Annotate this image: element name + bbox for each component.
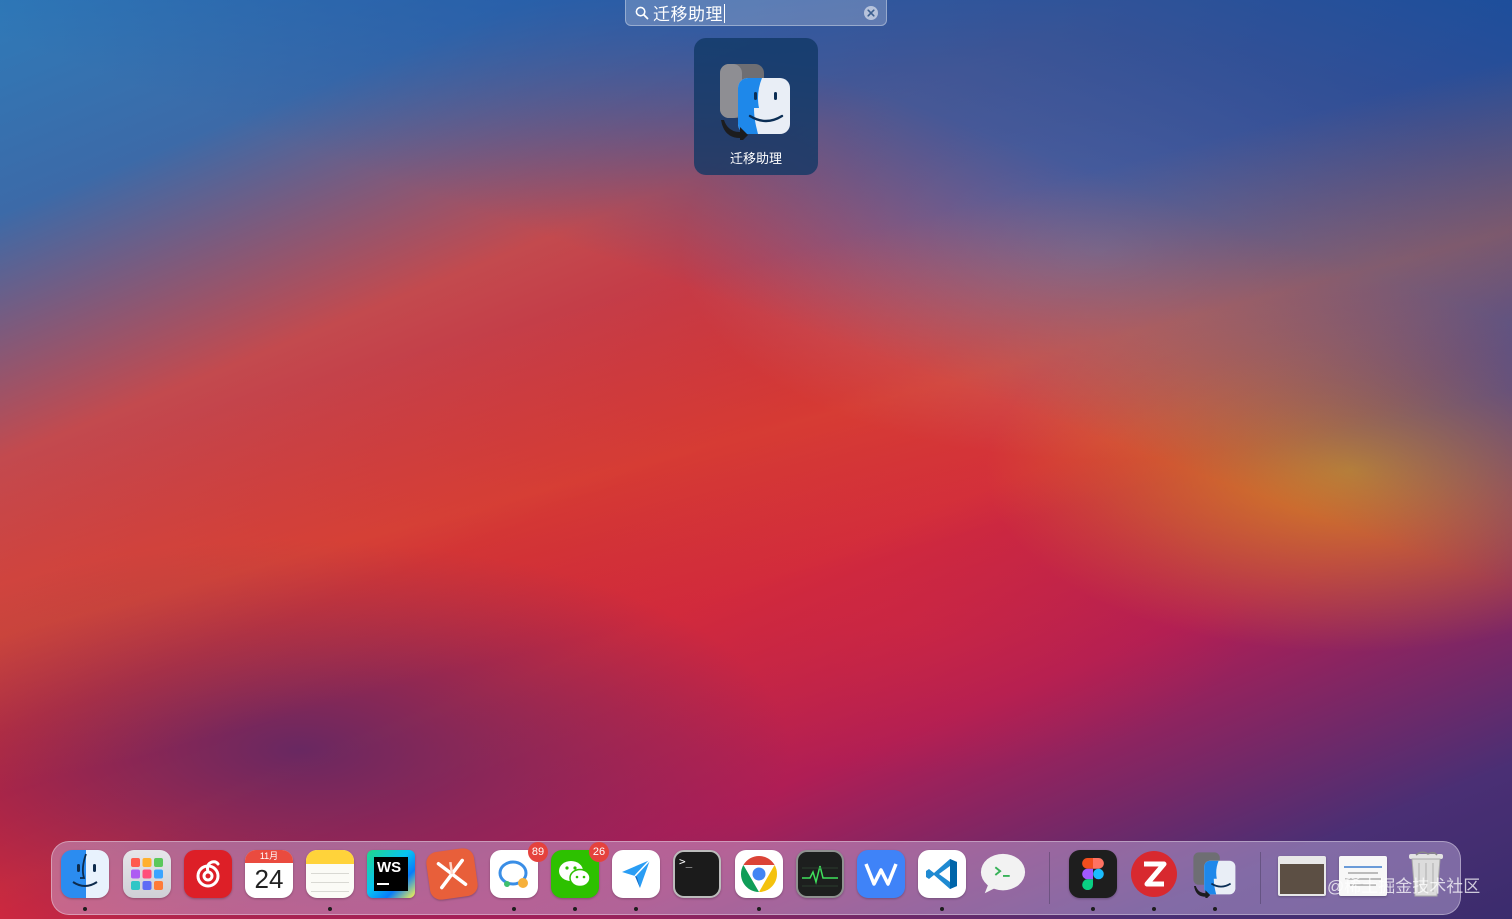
calendar-month: 11月: [245, 850, 293, 863]
dock-item-zotero[interactable]: [1130, 850, 1180, 911]
running-indicator: [1091, 907, 1095, 911]
migration-assistant-icon: [1191, 850, 1239, 898]
terminal-prompt: >_: [679, 855, 693, 868]
dock-item-chrome[interactable]: [735, 850, 785, 911]
paper-plane-icon: [612, 850, 660, 898]
wps-icon: [857, 850, 905, 898]
figma-icon: [1069, 850, 1117, 898]
running-indicator: [1152, 907, 1156, 911]
dock-separator: [1260, 852, 1261, 904]
text-caret: [724, 4, 725, 23]
running-indicator: [634, 907, 638, 911]
dock-item-netease-music[interactable]: [184, 850, 234, 900]
dock: 11月 24 WS 89 26 >_: [51, 841, 1461, 915]
running-indicator: [757, 907, 761, 911]
search-input[interactable]: 迁移助理: [653, 0, 860, 25]
running-indicator: [512, 907, 516, 911]
dock-item-migration-assistant[interactable]: [1191, 850, 1241, 911]
notes-icon: [306, 850, 354, 898]
dock-item-calendar[interactable]: 11月 24: [245, 850, 295, 900]
running-indicator: [940, 907, 944, 911]
dock-item-figma[interactable]: [1069, 850, 1119, 911]
launchpad-icon: [123, 850, 171, 898]
activity-monitor-icon: [796, 850, 844, 898]
qq-badge: 89: [528, 842, 548, 862]
netease-music-icon: [184, 850, 232, 898]
dock-item-vscode[interactable]: [918, 850, 968, 911]
dock-item-qq[interactable]: 89: [490, 842, 548, 911]
dock-item-finder[interactable]: [61, 850, 111, 911]
search-result-migration-assistant[interactable]: 迁移助理: [694, 38, 818, 175]
dock-item-messages-app[interactable]: [979, 850, 1029, 900]
running-indicator: [83, 907, 87, 911]
running-indicator: [573, 907, 577, 911]
dock-item-wps[interactable]: [857, 850, 907, 900]
dock-item-launchpad[interactable]: [123, 850, 173, 900]
webstorm-icon: WS: [367, 850, 415, 898]
search-field[interactable]: 迁移助理: [625, 0, 887, 26]
terminal-icon: >_: [673, 850, 721, 898]
dock-separator: [1049, 852, 1050, 904]
dock-item-activity-monitor[interactable]: [796, 850, 846, 900]
calendar-day: 24: [254, 864, 284, 894]
magnifier-icon: [631, 6, 653, 20]
chrome-icon: [735, 850, 783, 898]
desktop-wallpaper: 迁移助理 迁移助理 11月 24 WS 89 26 >_ @稀土掘金技术社区: [0, 0, 1512, 919]
speech-bubble-icon: [979, 850, 1027, 898]
clear-icon[interactable]: [860, 5, 882, 21]
finder-icon: [61, 850, 109, 898]
dock-item-webstorm[interactable]: WS: [367, 850, 417, 900]
calendar-icon: 11月 24: [245, 850, 293, 898]
running-indicator: [1213, 907, 1217, 911]
dock-item-xmind[interactable]: [424, 846, 480, 902]
dock-item-downloads-stack[interactable]: [1278, 850, 1328, 900]
watermark: @稀土掘金技术社区: [1327, 877, 1481, 896]
xmind-icon: [424, 846, 480, 902]
dock-item-notes[interactable]: [306, 850, 356, 911]
zotero-icon: [1130, 850, 1178, 898]
webstorm-label: WS: [377, 859, 402, 876]
running-indicator: [328, 907, 332, 911]
wechat-badge: 26: [589, 842, 609, 862]
stack-thumbnail: [1278, 856, 1326, 896]
search-result-label: 迁移助理: [729, 151, 782, 166]
dock-item-terminal[interactable]: >_: [673, 850, 723, 900]
vscode-icon: [918, 850, 966, 898]
dock-item-feishu[interactable]: [612, 850, 662, 911]
dock-item-wechat[interactable]: 26: [551, 842, 609, 911]
migration-assistant-icon: [716, 60, 796, 143]
